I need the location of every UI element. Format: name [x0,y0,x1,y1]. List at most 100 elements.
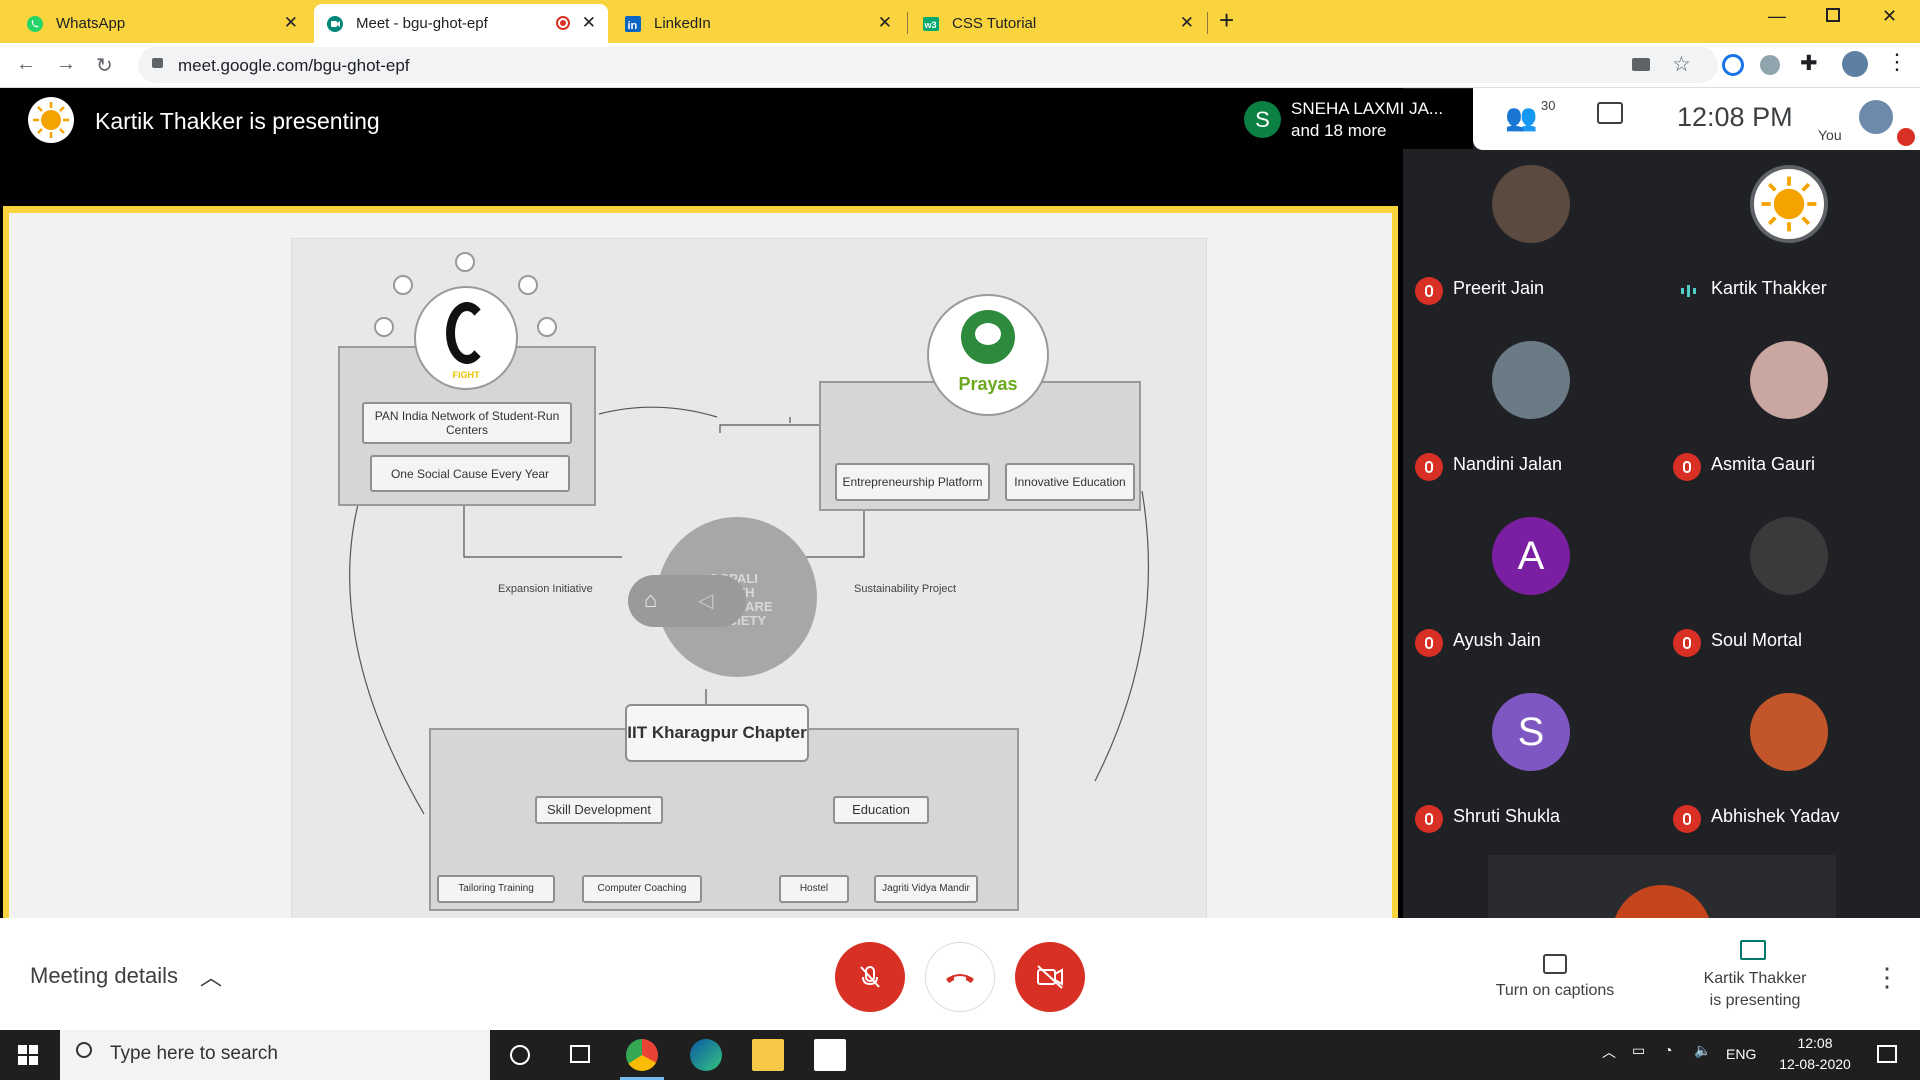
participant-avatar [1492,165,1570,243]
presenting-button-label[interactable]: Kartik Thakker is presenting [1680,968,1830,1012]
label-iit-kharagpur: IIT Kharagpur Chapter [625,704,809,762]
window-close-icon[interactable]: ✕ [1882,6,1897,27]
close-tab-icon[interactable]: ✕ [284,14,298,31]
participant-tile[interactable]: Preerit Jain [1403,150,1661,326]
volume-icon[interactable]: 🔈 [1694,1042,1711,1059]
profile-avatar[interactable] [1842,51,1868,77]
captions-icon[interactable] [1543,954,1567,974]
camera-blocked-icon[interactable] [1632,58,1650,71]
self-avatar [1859,100,1893,134]
extension-icon[interactable] [1722,54,1744,76]
reload-icon[interactable]: ↻ [96,53,113,78]
chrome-icon[interactable] [626,1039,658,1071]
participant-avatar [1492,341,1570,419]
extensions-puzzle-icon[interactable]: ✚ [1800,51,1818,76]
captions-button-label[interactable]: Turn on captions [1480,980,1630,1002]
participants-chip-line1: SNEHA LAXMI JA... [1291,99,1444,118]
label-innovative-education: Innovative Education [1005,463,1135,501]
mic-off-icon [860,966,880,988]
taskbar-date[interactable]: 12-08-2020 [1768,1056,1862,1072]
cortana-icon[interactable] [510,1045,530,1065]
chevron-up-icon[interactable]: ︿ [200,960,222,992]
present-screen-icon[interactable] [1740,940,1766,960]
meet-icon [327,15,343,32]
presenting-header: Kartik Thakker is presenting [0,88,1403,196]
more-options-icon[interactable]: ⋮ [1874,962,1900,993]
task-view-icon[interactable] [570,1045,590,1063]
tab-separator [907,12,908,34]
participant-grid: Preerit Jain Kartik Thakker Nandini Jala… [1403,150,1920,918]
bookmark-star-icon[interactable]: ☆ [1672,52,1691,77]
battery-icon[interactable]: ▭ [1632,1042,1645,1059]
presenter-controls-overlay[interactable]: ⌂ ◁ [628,575,746,627]
label-pan-india: PAN India Network of Student-Run Centers [362,402,572,444]
presentation-stage: FIGHT PAN India Network of Student-Run C… [0,196,1403,928]
taskbar-search[interactable]: Type here to search [60,1030,490,1080]
label-entrepreneurship: Entrepreneurship Platform [835,463,990,501]
mic-toggle-button[interactable] [835,942,905,1012]
slide-content: FIGHT PAN India Network of Student-Run C… [291,238,1207,928]
meet-window: Kartik Thakker is presenting FIGHT PAN I… [0,88,1920,928]
presenter-avatar [28,97,74,143]
participant-tile[interactable]: Asmita Gauri [1661,326,1919,502]
forward-icon[interactable]: → [56,53,76,76]
tab-whatsapp[interactable]: WhatsApp ✕ [14,4,310,43]
prayas-logo-mark-inner [975,323,1001,345]
fight-logo-mark [446,302,488,364]
participant-tile[interactable]: Kartik Thakker [1661,150,1919,326]
wifi-icon[interactable]: ◔ [1664,1042,1672,1058]
lock-icon [152,58,163,68]
speaker-icon[interactable]: ◁ [698,588,713,613]
close-tab-icon[interactable]: ✕ [1180,14,1194,31]
leave-call-button[interactable] [925,942,995,1012]
participants-chip[interactable]: S SNEHA LAXMI JA... and 18 more [1233,89,1473,149]
tab-label: Meet - bgu-ghot-epf [356,15,488,32]
maximize-icon[interactable] [1826,8,1840,22]
browser-menu-icon[interactable]: ⋮ [1886,49,1908,75]
participant-tile[interactable]: Soul Mortal [1661,502,1919,678]
tray-expand-icon[interactable]: ︿ [1602,1042,1616,1062]
people-icon[interactable]: 👥 [1505,102,1537,133]
participant-tile[interactable]: S Shruti Shukla [1403,678,1661,854]
edge-icon[interactable] [690,1039,722,1071]
browser-tab-bar: WhatsApp ✕ Meet - bgu-ghot-epf ✕ in Link… [0,0,1920,43]
label-computer-coaching: Computer Coaching [582,875,702,903]
file-explorer-icon[interactable] [752,1039,784,1071]
back-icon[interactable]: ← [16,53,36,76]
meeting-details-button[interactable]: Meeting details [30,963,178,989]
mic-off-icon [1415,805,1443,833]
close-tab-icon[interactable]: ✕ [878,14,892,31]
diagram-node [393,275,413,295]
participants-chip-text: SNEHA LAXMI JA... and 18 more [1291,98,1443,142]
new-tab-button[interactable]: + [1219,7,1234,33]
taskbar-time[interactable]: 12:08 [1775,1035,1855,1051]
svg-text:w3: w3 [924,20,937,30]
tab-meet[interactable]: Meet - bgu-ghot-epf ✕ [314,4,608,43]
participant-tile[interactable]: Nandini Jalan [1403,326,1661,502]
participant-name: Soul Mortal [1711,630,1803,650]
windows-start-icon[interactable] [18,1045,38,1065]
notifications-icon[interactable] [1877,1045,1897,1063]
participant-tile[interactable]: Abhishek Yadav [1661,678,1919,854]
omnibox[interactable]: meet.google.com/bgu-ghot-epf ☆ [138,47,1718,83]
camera-toggle-button[interactable] [1015,942,1085,1012]
label-skill-development: Skill Development [535,796,663,824]
chat-icon[interactable] [1597,102,1623,124]
address-bar-row: ← → ↻ meet.google.com/bgu-ghot-epf ☆ ✚ ⋮ [0,43,1920,88]
presentation-slide: FIGHT PAN India Network of Student-Run C… [9,213,1392,928]
language-indicator[interactable]: ENG [1726,1046,1756,1062]
pin-icon[interactable]: ⌂ [644,587,657,613]
store-icon[interactable] [814,1039,846,1071]
tab-linkedin[interactable]: in LinkedIn ✕ [612,4,904,43]
presenting-label-line1: Kartik Thakker [1703,970,1807,987]
extension-icon[interactable] [1760,55,1780,75]
tab-css-tutorial[interactable]: w3 CSS Tutorial ✕ [910,4,1206,43]
close-tab-icon[interactable]: ✕ [582,14,596,31]
minimize-icon[interactable]: — [1768,6,1786,27]
prayas-logo-text: Prayas [958,374,1018,394]
participant-tile[interactable]: A Ayush Jain [1403,502,1661,678]
participant-name: Nandini Jalan [1453,454,1563,474]
label-education: Education [833,796,929,824]
speaking-icon [1681,284,1697,298]
meet-info-bar: 👥 30 12:08 PM You [1473,88,1920,150]
